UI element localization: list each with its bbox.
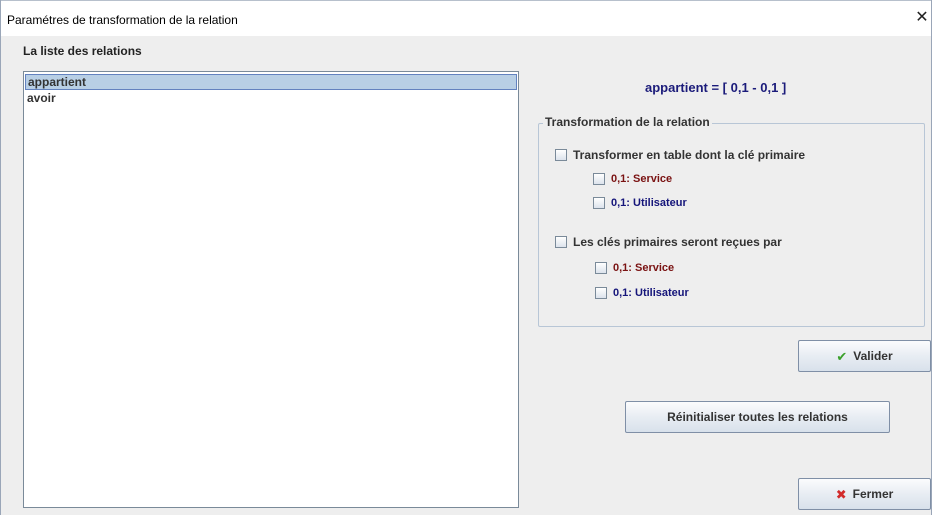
dialog-window: Paramétres de transformation de la relat… xyxy=(0,0,932,515)
relations-list[interactable]: appartient avoir xyxy=(23,71,519,508)
x-icon: ✖ xyxy=(835,486,847,502)
keys-user-label: 0,1: Utilisateur xyxy=(613,287,689,299)
list-item-avoir[interactable]: avoir xyxy=(25,90,517,106)
title-bar: Paramétres de transformation de la relat… xyxy=(1,0,931,36)
primary-keys-option[interactable]: Les clés primaires seront reçues par xyxy=(555,235,782,249)
close-button-label: Fermer xyxy=(852,487,894,501)
reset-all-button[interactable]: Réinitialiser toutes les relations xyxy=(625,401,890,433)
reset-all-button-label: Réinitialiser toutes les relations xyxy=(667,410,848,424)
table-user-label: 0,1: Utilisateur xyxy=(611,197,687,209)
keys-service-option[interactable]: 0,1: Service xyxy=(595,262,674,274)
transform-table-label: Transformer en table dont la clé primair… xyxy=(573,148,806,162)
list-item-appartient[interactable]: appartient xyxy=(25,74,517,90)
transformation-group: Transformation de la relation Transforme… xyxy=(538,115,925,327)
transform-table-checkbox[interactable] xyxy=(555,149,567,161)
validate-button-label: Valider xyxy=(853,349,893,363)
primary-keys-checkbox[interactable] xyxy=(555,236,567,248)
check-icon: ✔ xyxy=(836,348,848,364)
relations-list-label: La liste des relations xyxy=(23,44,142,58)
window-title: Paramétres de transformation de la relat… xyxy=(7,13,238,27)
table-service-label: 0,1: Service xyxy=(611,173,673,185)
transformation-group-title: Transformation de la relation xyxy=(543,115,712,129)
close-button[interactable]: ✖ Fermer xyxy=(798,478,931,510)
table-service-option[interactable]: 0,1: Service xyxy=(593,173,672,185)
table-user-option[interactable]: 0,1: Utilisateur xyxy=(593,197,687,209)
keys-user-option[interactable]: 0,1: Utilisateur xyxy=(595,287,689,299)
keys-user-checkbox[interactable] xyxy=(595,287,607,299)
primary-keys-label: Les clés primaires seront reçues par xyxy=(573,235,782,249)
table-service-checkbox[interactable] xyxy=(593,173,605,185)
validate-button[interactable]: ✔ Valider xyxy=(798,340,931,372)
table-user-checkbox[interactable] xyxy=(593,197,605,209)
relation-summary: appartient = [ 0,1 - 0,1 ] xyxy=(645,80,787,95)
keys-service-label: 0,1: Service xyxy=(613,262,675,274)
close-icon[interactable]: ✕ xyxy=(913,7,931,29)
transform-table-option[interactable]: Transformer en table dont la clé primair… xyxy=(555,148,805,162)
keys-service-checkbox[interactable] xyxy=(595,262,607,274)
